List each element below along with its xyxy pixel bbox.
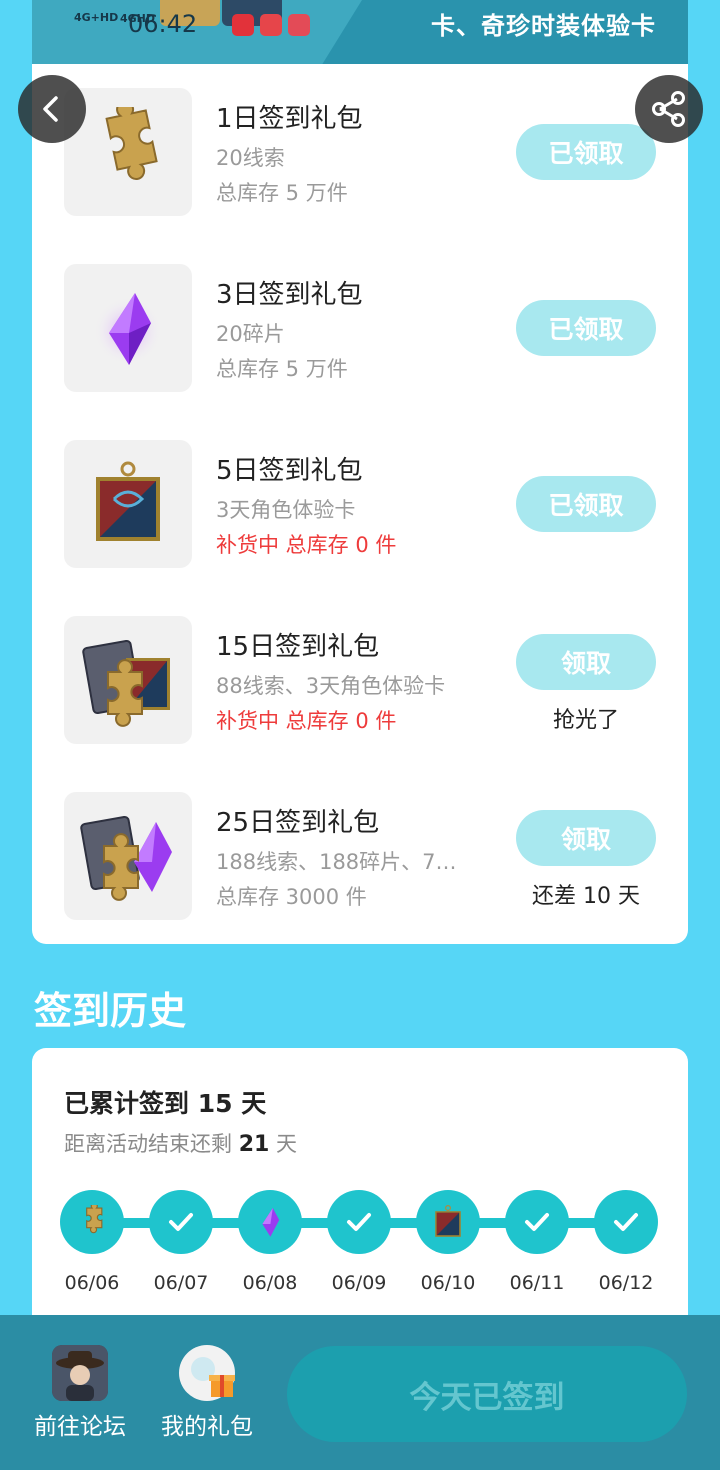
history-date: 06/09 bbox=[331, 1272, 387, 1294]
forum-avatar-icon bbox=[52, 1345, 108, 1401]
remain-suffix: 天 bbox=[276, 1132, 297, 1156]
gift-title: 15日签到礼包 bbox=[216, 632, 380, 662]
signed-today-button[interactable]: 今天已签到 bbox=[287, 1346, 687, 1442]
sold-out-note: 抢光了 bbox=[552, 708, 619, 733]
bottom-action-bar: 前往论坛 我的礼包 今天已签到 bbox=[0, 1315, 720, 1470]
history-day-reward bbox=[60, 1190, 124, 1254]
gift-description: 20碎片 bbox=[216, 322, 285, 346]
gift-item-day3: 3日签到礼包 20碎片 总库存 5 万件 已领取 bbox=[32, 264, 688, 394]
claimed-button[interactable]: 已领取 bbox=[516, 300, 656, 356]
days-remaining-text: 距离活动结束还剩 21 天 bbox=[64, 1128, 297, 1158]
app-notification-icon bbox=[232, 14, 254, 36]
app-notification-icon bbox=[260, 14, 282, 36]
gift-stock: 总库存 3000 件 bbox=[216, 885, 367, 909]
history-day-check bbox=[505, 1190, 569, 1254]
gift-title: 3日签到礼包 bbox=[216, 280, 363, 310]
gift-title: 1日签到礼包 bbox=[216, 104, 363, 134]
gift-thumbnail bbox=[64, 616, 192, 744]
gift-item-day25: 25日签到礼包 188线索、188碎片、7天角色体验卡 总库存 3000 件 领… bbox=[32, 792, 688, 922]
claim-button[interactable]: 领取 bbox=[516, 810, 656, 866]
banner-text: 卡、奇珍时装体验卡 bbox=[431, 12, 656, 40]
my-gifts-label: 我的礼包 bbox=[161, 1414, 253, 1440]
gift-list-card: 1日签到礼包 20线索 总库存 5 万件 已领取 3日签到礼包 20碎片 总库存 bbox=[32, 64, 688, 944]
gift-description: 20线索 bbox=[216, 146, 285, 170]
history-date: 06/07 bbox=[153, 1272, 209, 1294]
top-banner: 4G+HD 4GHD 06:42 卡、奇珍时装体验卡 bbox=[32, 0, 688, 64]
crystal-icon bbox=[262, 1208, 280, 1237]
share-button[interactable] bbox=[635, 75, 703, 143]
gift-stock: 补货中 总库存 0 件 bbox=[216, 709, 397, 733]
character-card-icon bbox=[435, 1205, 461, 1237]
puzzle-icon bbox=[105, 107, 158, 180]
crystal-icon bbox=[94, 293, 162, 365]
history-day-reward bbox=[238, 1190, 302, 1254]
check-icon bbox=[169, 1213, 193, 1231]
history-day-check bbox=[594, 1190, 658, 1254]
status-app-icons bbox=[232, 14, 310, 36]
history-date: 06/12 bbox=[598, 1272, 654, 1294]
app-notification-icon bbox=[288, 14, 310, 36]
gift-description: 3天角色体验卡 bbox=[216, 498, 356, 522]
gift-thumbnail bbox=[64, 792, 192, 920]
gift-description: 188线索、188碎片、7天角色体验卡 bbox=[216, 850, 476, 874]
gift-stock: 总库存 5 万件 bbox=[216, 181, 348, 205]
total-signin-days: 已累计签到 15 天 bbox=[64, 1089, 267, 1118]
gift-thumbnail bbox=[64, 264, 192, 392]
check-icon bbox=[525, 1213, 549, 1231]
gift-thumbnail bbox=[64, 440, 192, 568]
history-date: 06/08 bbox=[242, 1272, 298, 1294]
history-section-title: 签到历史 bbox=[34, 989, 187, 1033]
gift-stock: 总库存 5 万件 bbox=[216, 357, 348, 381]
gift-title: 5日签到礼包 bbox=[216, 456, 363, 486]
gift-box-icon bbox=[179, 1345, 235, 1401]
network-indicator: 4G+HD bbox=[74, 11, 119, 24]
history-card: 已累计签到 15 天 距离活动结束还剩 21 天 06/06 06/07 06/… bbox=[32, 1048, 688, 1348]
remain-days: 21 bbox=[238, 1132, 270, 1157]
gift-title: 25日签到礼包 bbox=[216, 808, 380, 838]
check-icon bbox=[347, 1213, 371, 1231]
card-puzzle-icon bbox=[82, 639, 170, 727]
share-icon bbox=[652, 91, 685, 127]
remain-prefix: 距离活动结束还剩 bbox=[64, 1132, 232, 1156]
history-day-reward bbox=[416, 1190, 480, 1254]
claimed-button[interactable]: 已领取 bbox=[516, 124, 656, 180]
history-day-check bbox=[327, 1190, 391, 1254]
history-date: 06/10 bbox=[420, 1272, 476, 1294]
gift-description: 88线索、3天角色体验卡 bbox=[216, 674, 446, 698]
gift-item-day15: 15日签到礼包 88线索、3天角色体验卡 补货中 总库存 0 件 领取 抢光了 bbox=[32, 616, 688, 746]
claimed-button[interactable]: 已领取 bbox=[516, 476, 656, 532]
history-day-check bbox=[149, 1190, 213, 1254]
puzzle-icon bbox=[86, 1205, 103, 1234]
status-time: 06:42 bbox=[128, 10, 198, 38]
my-gifts-nav-button[interactable]: 我的礼包 bbox=[152, 1345, 262, 1441]
claim-button[interactable]: 领取 bbox=[516, 634, 656, 690]
gift-stock: 补货中 总库存 0 件 bbox=[216, 533, 397, 557]
chevron-left-icon bbox=[43, 96, 58, 122]
days-remaining-note: 还差 10 天 bbox=[532, 884, 640, 909]
gift-item-day1: 1日签到礼包 20线索 总库存 5 万件 已领取 bbox=[32, 88, 688, 218]
back-button[interactable] bbox=[18, 75, 86, 143]
character-card-icon bbox=[96, 461, 160, 541]
forum-nav-button[interactable]: 前往论坛 bbox=[25, 1345, 135, 1441]
gift-item-day5: 5日签到礼包 3天角色体验卡 补货中 总库存 0 件 已领取 bbox=[32, 440, 688, 570]
forum-label: 前往论坛 bbox=[34, 1414, 126, 1440]
history-date: 06/06 bbox=[64, 1272, 120, 1294]
history-date: 06/11 bbox=[509, 1272, 565, 1294]
check-icon bbox=[614, 1213, 638, 1231]
card-puzzle-crystal-icon bbox=[80, 815, 172, 901]
